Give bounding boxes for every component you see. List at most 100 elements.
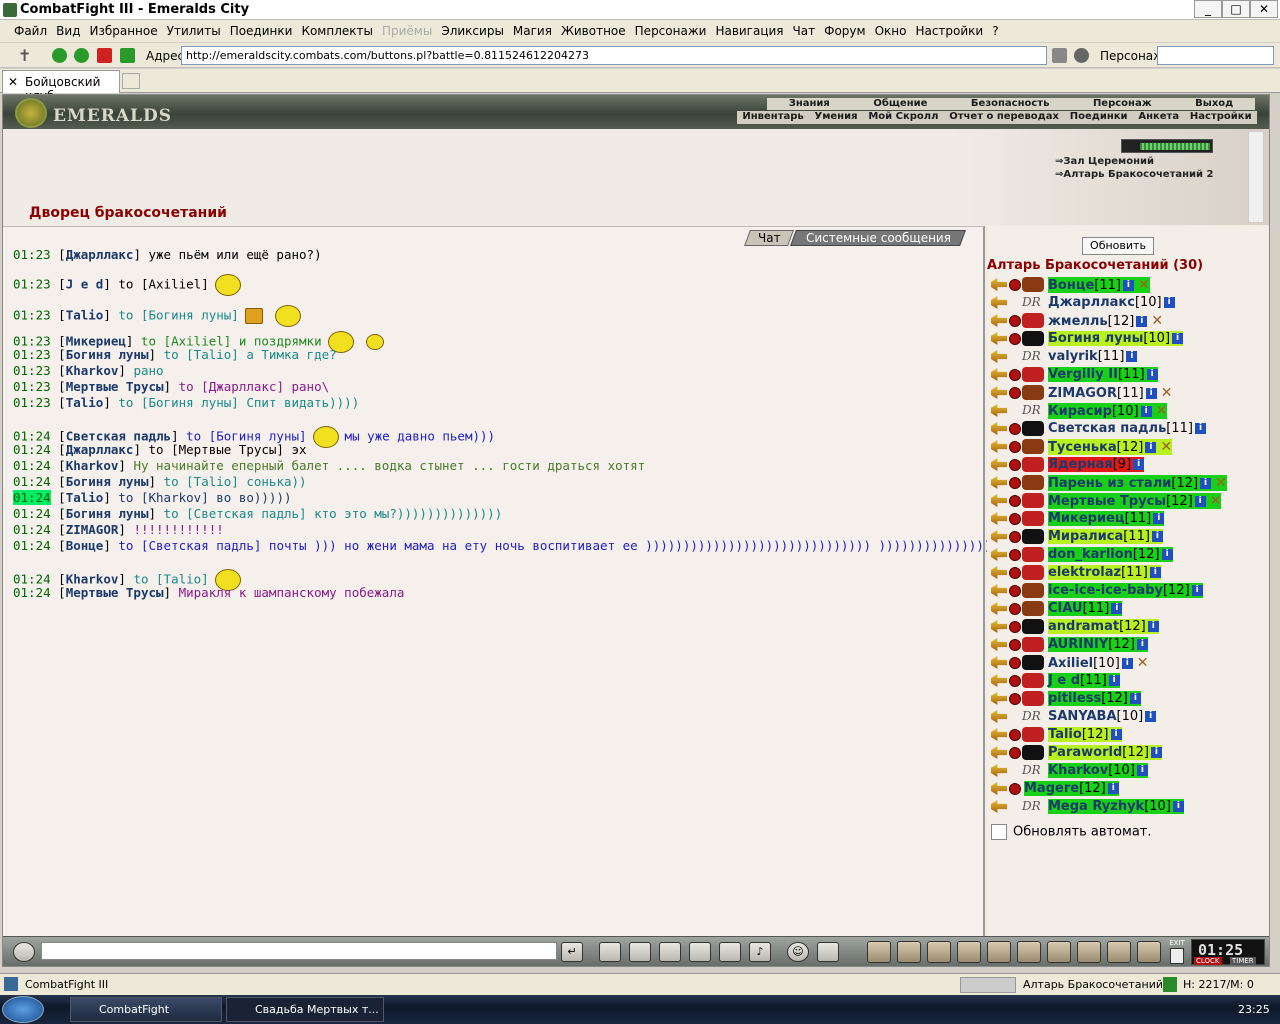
private-arrow-icon[interactable] [991, 548, 1007, 561]
nav-exit[interactable]: Выход [1195, 98, 1233, 110]
player-name[interactable]: Paraworld[12] i [1048, 745, 1162, 760]
menu-settings[interactable]: Настройки [915, 24, 983, 38]
info-icon[interactable]: i [1122, 280, 1134, 291]
nav-inventory[interactable]: Инвентарь [742, 111, 803, 124]
smile-icon[interactable]: ☺ [787, 942, 809, 962]
refresh-icon[interactable] [120, 48, 135, 63]
private-arrow-icon[interactable] [991, 728, 1007, 741]
chest-icon[interactable] [957, 941, 981, 963]
info-icon[interactable]: i [1191, 585, 1203, 596]
link-altar-2[interactable]: ⇒Алтарь Бракосочетаний 2 [1055, 169, 1214, 180]
new-tab-button[interactable] [122, 73, 140, 89]
player-name[interactable]: ZIMAGOR[11] i ✕ [1048, 385, 1172, 401]
player-name[interactable]: Парень из стали[12] i ✕ [1048, 475, 1227, 491]
info-icon[interactable]: i [1194, 496, 1206, 507]
stop-chat-icon[interactable] [689, 942, 711, 962]
player-name[interactable]: Vergiliy II[11] i [1048, 367, 1158, 382]
private-arrow-icon[interactable] [991, 530, 1007, 543]
message-nick[interactable]: Kharkov [66, 363, 119, 378]
message-nick[interactable]: Вонце [66, 538, 104, 553]
eraser-icon[interactable] [599, 942, 621, 962]
message-nick[interactable]: Джарллакс [66, 247, 134, 262]
private-arrow-icon[interactable] [991, 368, 1007, 381]
minimize-button[interactable]: _ [1194, 0, 1222, 18]
info-icon[interactable]: i [1151, 531, 1163, 542]
player-name[interactable]: don_karlion[12] i [1048, 547, 1173, 562]
nav-settings[interactable]: Настройки [1190, 111, 1252, 124]
player-name[interactable]: J e d[11] i [1048, 673, 1120, 688]
player-name[interactable]: жмелль[12] i ✕ [1048, 313, 1163, 329]
player-name[interactable]: andramat[12] i [1048, 619, 1159, 634]
message-nick[interactable]: Talio [66, 490, 104, 505]
fight-icon[interactable]: ✕ [1156, 403, 1168, 419]
fight-icon[interactable]: ✕ [1215, 475, 1227, 491]
player-name[interactable]: Тусенька[12] i ✕ [1048, 439, 1173, 455]
private-arrow-icon[interactable] [991, 278, 1007, 291]
auto-refresh[interactable]: Обновлять автомат. [991, 824, 1152, 840]
private-arrow-icon[interactable] [991, 620, 1007, 633]
nav-skills[interactable]: Умения [815, 111, 858, 124]
private-arrow-icon[interactable] [991, 458, 1007, 471]
fight-icon[interactable]: ✕ [1138, 277, 1150, 293]
info-icon[interactable]: i [1172, 801, 1184, 812]
player-name[interactable]: Кирасир[10] i ✕ [1048, 403, 1168, 419]
menu-help[interactable]: ? [992, 24, 998, 38]
private-arrow-icon[interactable] [991, 494, 1007, 507]
private-arrow-icon[interactable] [991, 350, 1007, 363]
message-nick[interactable]: ZIMAGOR [66, 522, 119, 537]
player-name[interactable]: Talio[12] i [1048, 727, 1122, 742]
character-select[interactable] [1157, 46, 1274, 65]
info-icon[interactable]: i [1145, 442, 1157, 453]
scroll-icon[interactable] [987, 941, 1011, 963]
private-arrow-icon[interactable] [991, 512, 1007, 525]
private-arrow-icon[interactable] [991, 782, 1007, 795]
tab-system-messages[interactable]: Системные сообщения [790, 230, 966, 246]
player-name[interactable]: ice-ice-ice-baby[12] i [1048, 583, 1203, 598]
player-name[interactable]: CIAU[11] i [1048, 601, 1123, 616]
menu-animal[interactable]: Животное [561, 24, 626, 38]
fight-icon[interactable]: ✕ [1161, 385, 1173, 401]
private-arrow-icon[interactable] [991, 386, 1007, 399]
menu-utilities[interactable]: Утилиты [167, 24, 221, 38]
menu-navigation[interactable]: Навигация [715, 24, 783, 38]
player-name[interactable]: Вонце[11] i ✕ [1048, 277, 1150, 293]
private-arrow-icon[interactable] [991, 332, 1007, 345]
nav-security[interactable]: Безопасность [971, 98, 1050, 110]
info-icon[interactable]: i [1111, 603, 1123, 614]
info-icon[interactable]: i [1136, 316, 1148, 327]
helmet-icon[interactable] [817, 942, 839, 962]
fight-icon[interactable]: ✕ [1210, 493, 1222, 509]
private-arrow-icon[interactable] [991, 422, 1007, 435]
fight-icon[interactable]: ✕ [1137, 655, 1149, 671]
fight-icon[interactable]: ✕ [1151, 313, 1163, 329]
header-scrollbar[interactable] [1248, 131, 1264, 223]
potion-icon[interactable] [927, 941, 951, 963]
private-arrow-icon[interactable] [991, 602, 1007, 615]
private-arrow-icon[interactable] [991, 692, 1007, 705]
info-icon[interactable]: i [1107, 783, 1119, 794]
player-name[interactable]: Axiliel[10] i ✕ [1048, 655, 1149, 671]
menu-elixirs[interactable]: Эликсиры [441, 24, 504, 38]
info-icon[interactable]: i [1145, 711, 1157, 722]
info-icon[interactable]: i [1108, 675, 1120, 686]
private-arrow-icon[interactable] [991, 476, 1007, 489]
private-arrow-icon[interactable] [991, 800, 1007, 813]
player-name[interactable]: Мертвые Трусы[12] i ✕ [1048, 493, 1222, 509]
player-name[interactable]: pitiless[12] i [1048, 691, 1141, 706]
message-nick[interactable]: Мертвые Трусы [66, 585, 164, 600]
info-icon[interactable]: i [1121, 658, 1133, 669]
nav-transfer-report[interactable]: Отчет о переводах [949, 111, 1059, 124]
message-nick[interactable]: Мертвые Трусы [66, 379, 164, 394]
message-nick[interactable]: Talio [66, 395, 104, 410]
sword-icon[interactable] [897, 941, 921, 963]
users-icon[interactable] [1074, 48, 1089, 63]
player-name[interactable]: Богиня луны[10] i [1048, 331, 1184, 346]
shield-icon[interactable] [1047, 941, 1071, 963]
private-arrow-icon[interactable] [991, 404, 1007, 417]
info-icon[interactable]: i [1146, 369, 1158, 380]
info-icon[interactable]: i [1140, 406, 1152, 417]
link-ceremony-hall[interactable]: ⇒Зал Церемоний [1055, 156, 1154, 167]
player-name[interactable]: Светская падль[11] i [1048, 421, 1206, 436]
menu-sets[interactable]: Комплекты [301, 24, 373, 38]
player-name[interactable]: Magere[12] i [1024, 781, 1119, 796]
